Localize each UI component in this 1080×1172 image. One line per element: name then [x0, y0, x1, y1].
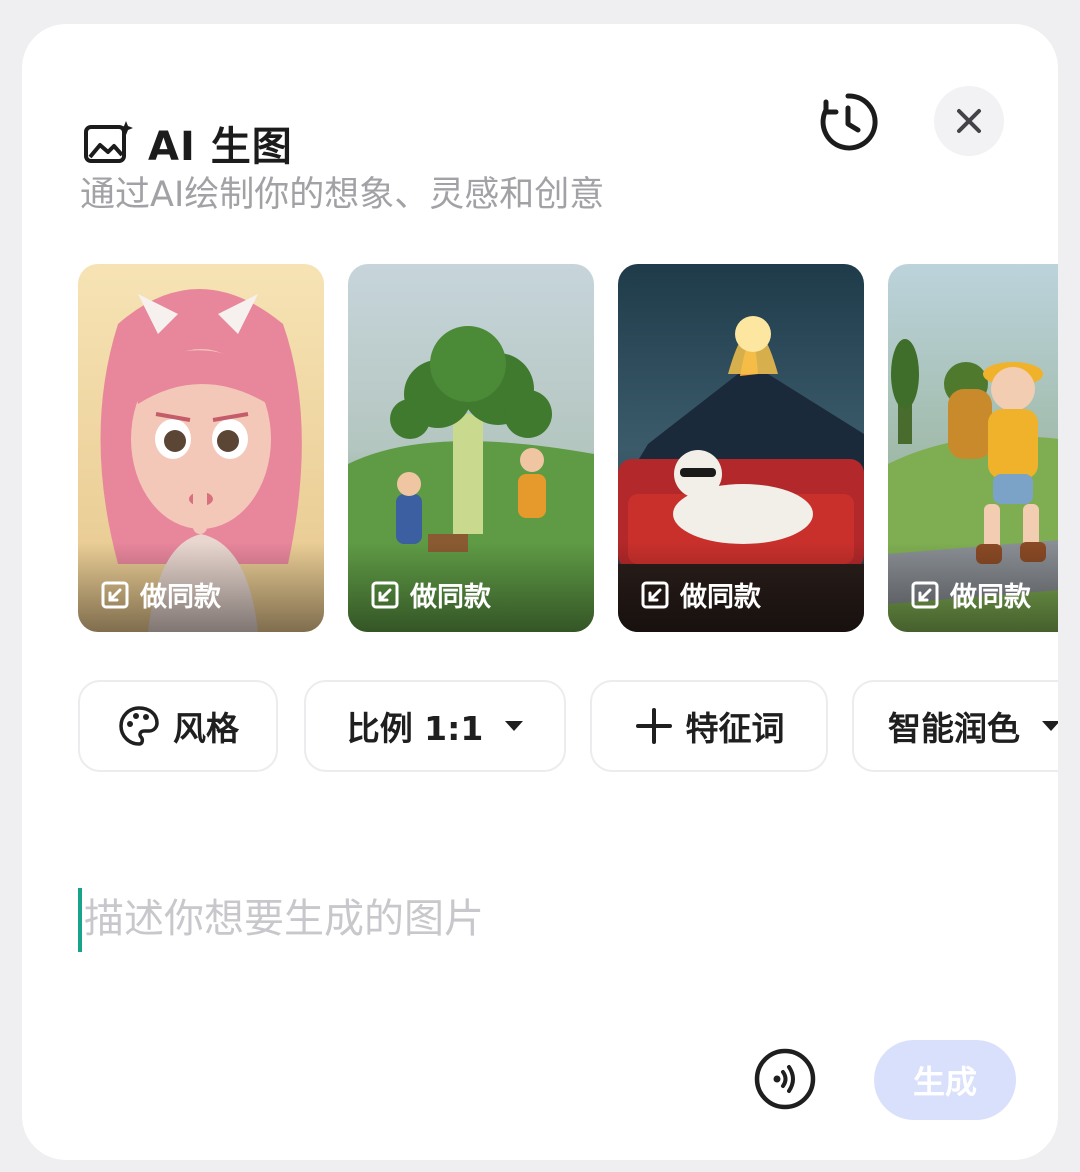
keywords-chip[interactable]: 特征词 — [590, 680, 828, 772]
make-same-button[interactable]: 做同款 — [640, 575, 761, 614]
plus-icon — [635, 708, 672, 744]
ratio-chip[interactable]: 比例 1:1 — [304, 680, 566, 772]
make-same-button[interactable]: 做同款 — [910, 575, 1031, 614]
ratio-chip-label: 比例 1:1 — [346, 709, 484, 748]
make-same-label: 做同款 — [410, 582, 491, 613]
generate-button[interactable]: 生成 — [874, 1040, 1016, 1120]
make-same-label: 做同款 — [680, 582, 761, 613]
voice-input-icon — [754, 1048, 816, 1110]
arrow-in-box-icon — [371, 581, 399, 608]
close-icon — [957, 109, 981, 133]
style-chip-label: 风格 — [173, 709, 239, 748]
arrow-in-box-icon — [641, 581, 669, 608]
page-title: AI 生图 — [148, 124, 293, 170]
make-same-label: 做同款 — [140, 582, 221, 613]
option-chips: 风格 比例 1:1 特征词 智能润色 — [78, 680, 1058, 780]
caret-down-icon — [505, 721, 524, 731]
template-carousel[interactable]: 做同款 做同款 做同款 做同款 — [78, 264, 1058, 634]
prompt-input[interactable] — [78, 884, 984, 954]
voice-input-button[interactable] — [752, 1046, 818, 1112]
template-card-broccoli-tree[interactable]: 做同款 — [348, 264, 594, 632]
arrow-in-box-icon — [101, 581, 129, 608]
history-button[interactable] — [816, 90, 880, 154]
ai-image-panel: AI 生图 通过AI绘制你的想象、灵感和创意 做同款 做同款 做同款 做同款 风… — [22, 24, 1058, 1160]
template-card-pink-hair-girl[interactable]: 做同款 — [78, 264, 324, 632]
template-card-volcano-cat[interactable]: 做同款 — [618, 264, 864, 632]
style-chip[interactable]: 风格 — [78, 680, 278, 772]
keywords-chip-label: 特征词 — [685, 709, 785, 748]
make-same-button[interactable]: 做同款 — [370, 575, 491, 614]
template-card-hiker-girl[interactable]: 做同款 — [888, 264, 1058, 632]
close-button[interactable] — [934, 86, 1004, 156]
caret-down-icon — [1042, 721, 1058, 731]
make-same-label: 做同款 — [950, 582, 1031, 613]
image-sparkle-icon — [84, 121, 133, 163]
panel-header: AI 生图 — [82, 114, 293, 172]
make-same-button[interactable]: 做同款 — [100, 575, 221, 614]
arrow-in-box-icon — [911, 581, 939, 608]
history-clock-icon — [820, 93, 878, 151]
page-subtitle: 通过AI绘制你的想象、灵感和创意 — [80, 175, 605, 215]
palette-icon — [119, 706, 159, 746]
enhance-chip-label: 智能润色 — [888, 709, 1020, 748]
enhance-chip[interactable]: 智能润色 — [852, 680, 1058, 772]
